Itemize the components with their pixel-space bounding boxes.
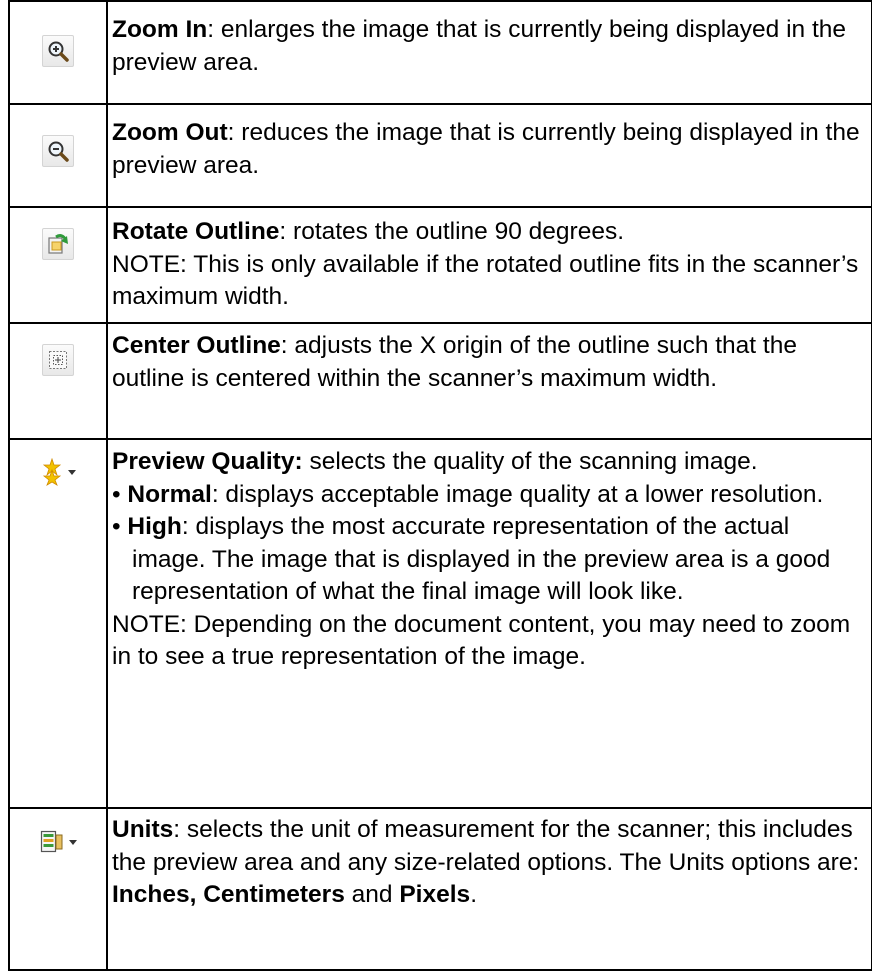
- rotate-outline-title: Rotate Outline: [112, 218, 280, 245]
- note-label: NOTE:: [112, 250, 194, 278]
- description-cell: Zoom In: enlarges the image that is curr…: [106, 0, 872, 105]
- toolbar-reference-table: Zoom In: enlarges the image that is curr…: [8, 0, 872, 971]
- preview-quality-note: Depending on the document content, you m…: [112, 610, 851, 671]
- chevron-down-icon[interactable]: [67, 469, 76, 475]
- table-row: Units: selects the unit of measurement f…: [8, 807, 872, 971]
- rotate-outline-note: This is only available if the rotated ou…: [112, 250, 859, 311]
- list-item: • High: displays the most accurate repre…: [112, 513, 831, 605]
- list-item: • Normal: displays acceptable image qual…: [112, 480, 824, 508]
- rotate-outline-description: : rotates the outline 90 degrees.: [279, 218, 625, 245]
- units-option-pixels: Pixels: [399, 881, 471, 908]
- zoom-out-title: Zoom Out: [112, 119, 228, 146]
- icon-cell: [8, 438, 108, 809]
- description-cell: Units: selects the unit of measurement f…: [106, 807, 872, 971]
- table-row: Zoom Out: reduces the image that is curr…: [8, 103, 872, 208]
- zoom-in-icon[interactable]: [42, 35, 74, 67]
- icon-cell: [8, 0, 108, 105]
- icon-cell: [8, 206, 108, 324]
- units-end: .: [470, 881, 477, 908]
- icon-cell: [8, 807, 108, 971]
- description-cell: Preview Quality: selects the quality of …: [106, 438, 872, 809]
- units-option-inches-centimeters: Inches, Centimeters: [112, 881, 345, 908]
- bullet-text-high: : displays the most accurate representat…: [132, 513, 831, 605]
- bullet-label-normal: Normal: [127, 480, 212, 508]
- zoom-in-title: Zoom In: [112, 16, 208, 43]
- preview-quality-icon[interactable]: [41, 457, 76, 486]
- center-outline-icon[interactable]: [42, 344, 74, 376]
- table-row: Center Outline: adjusts the X origin of …: [8, 322, 872, 440]
- units-description: : selects the unit of measurement for th…: [112, 816, 860, 876]
- note-label: NOTE:: [112, 610, 194, 638]
- description-cell: Rotate Outline: rotates the outline 90 d…: [106, 206, 872, 324]
- chevron-down-icon[interactable]: [68, 839, 77, 845]
- icon-cell: [8, 322, 108, 440]
- table-row: Rotate Outline: rotates the outline 90 d…: [8, 206, 872, 324]
- zoom-out-icon[interactable]: [42, 135, 74, 167]
- icon-cell: [8, 103, 108, 208]
- units-and: and: [344, 881, 400, 908]
- rotate-outline-icon[interactable]: [42, 228, 74, 260]
- units-icon[interactable]: [40, 829, 77, 855]
- description-cell: Center Outline: adjusts the X origin of …: [106, 322, 872, 440]
- zoom-in-description: : enlarges the image that is currently b…: [112, 16, 847, 76]
- table-row: Zoom In: enlarges the image that is curr…: [8, 0, 872, 105]
- bullet-text-normal: : displays acceptable image quality at a…: [211, 480, 824, 508]
- description-cell: Zoom Out: reduces the image that is curr…: [106, 103, 872, 208]
- preview-quality-description: selects the quality of the scanning imag…: [302, 448, 758, 475]
- table-row: Preview Quality: selects the quality of …: [8, 438, 872, 809]
- center-outline-title: Center Outline: [112, 332, 281, 359]
- units-title: Units: [112, 816, 174, 843]
- bullet-label-high: High: [127, 513, 182, 540]
- preview-quality-title: Preview Quality:: [112, 448, 303, 475]
